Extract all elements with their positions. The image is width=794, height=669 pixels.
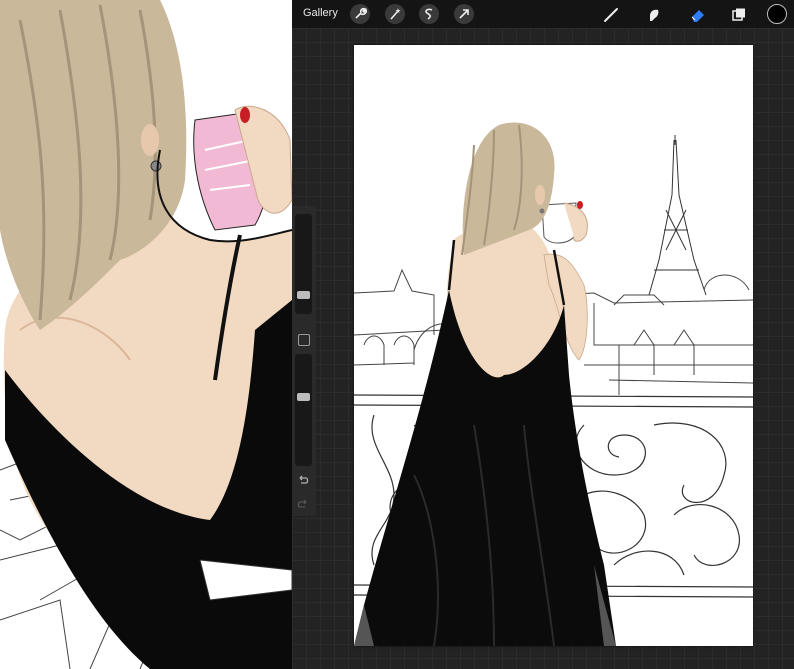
opacity-thumb[interactable]: [297, 393, 310, 401]
smudge-icon[interactable]: [643, 4, 663, 24]
adjustments-icon[interactable]: [385, 4, 405, 24]
modify-button[interactable]: [298, 334, 310, 346]
zoomed-illustration: [0, 0, 292, 669]
brush-icon[interactable]: [600, 4, 620, 24]
eraser-icon[interactable]: [687, 4, 707, 24]
actions-icon[interactable]: [350, 4, 370, 24]
color-picker[interactable]: [767, 4, 787, 24]
eiffel-tower: [648, 135, 707, 296]
top-toolbar: Gallery: [292, 0, 794, 28]
drawing-app: Gallery: [292, 0, 794, 669]
layers-icon[interactable]: [728, 4, 748, 24]
selection-icon[interactable]: [419, 4, 439, 24]
brush-size-slider[interactable]: [295, 214, 312, 314]
undo-icon[interactable]: [297, 474, 309, 486]
transform-icon[interactable]: [454, 4, 474, 24]
redo-icon[interactable]: [297, 498, 309, 510]
artwork-zoom-detail: [0, 0, 292, 669]
brush-size-thumb[interactable]: [297, 290, 310, 299]
canvas-illustration: [354, 122, 753, 646]
gallery-button[interactable]: Gallery: [303, 7, 338, 19]
sidebar: [292, 206, 316, 516]
drawing-canvas[interactable]: [354, 45, 753, 646]
opacity-slider[interactable]: [295, 354, 312, 466]
